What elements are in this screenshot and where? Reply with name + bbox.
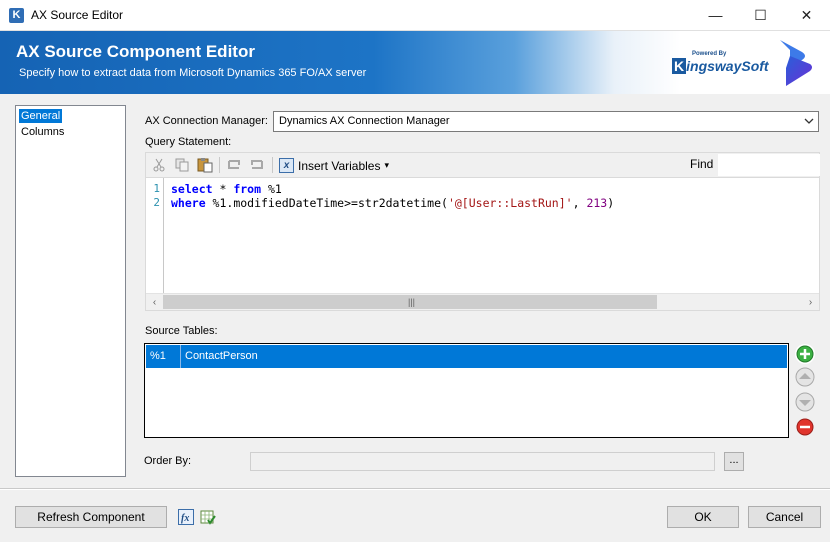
expression-button[interactable]: fx <box>178 509 194 528</box>
sidebar-nav: General Columns <box>15 105 126 477</box>
undo-icon[interactable] <box>225 156 243 174</box>
add-icon <box>796 345 814 363</box>
brand-k: K <box>672 58 687 74</box>
brand-name-rest: ingswaySoft <box>686 58 769 74</box>
sidebar-item-columns[interactable]: Columns <box>19 125 66 139</box>
window-title: AX Source Editor <box>31 8 124 22</box>
fx-icon: fx <box>178 509 194 525</box>
line-number: 1 <box>153 182 160 195</box>
code-line: select * from %1 <box>171 182 282 196</box>
grip-icon: ||| <box>408 297 416 307</box>
horizontal-scrollbar[interactable]: ‹ ||| › <box>146 293 819 310</box>
sidebar-item-general[interactable]: General <box>19 109 63 123</box>
remove-icon <box>796 418 814 436</box>
query-label: Query Statement: <box>145 136 232 148</box>
copy-icon[interactable] <box>173 156 191 174</box>
redo-icon[interactable] <box>248 156 266 174</box>
order-by-field[interactable] <box>250 452 715 471</box>
ok-button[interactable]: OK <box>667 506 739 528</box>
connection-label: AX Connection Manager: <box>145 115 268 127</box>
variable-icon: x <box>279 158 294 173</box>
query-toolbar: x Insert Variables ▾ Find <box>145 152 820 177</box>
remove-table-button[interactable] <box>795 417 815 437</box>
dynamics-365-logo-icon <box>780 40 812 86</box>
connection-manager-value: Dynamics AX Connection Manager <box>279 115 450 127</box>
table-name-cell: ContactPerson <box>185 350 258 362</box>
order-by-browse-button[interactable]: ... <box>724 452 744 471</box>
toolbar-separator <box>219 157 220 173</box>
chevron-down-icon <box>804 118 814 124</box>
connection-manager-select[interactable]: Dynamics AX Connection Manager <box>273 111 819 132</box>
footer-divider-highlight <box>0 489 830 490</box>
svg-text:fx: fx <box>181 513 189 524</box>
find-label: Find <box>690 157 714 171</box>
find-input[interactable] <box>718 154 820 176</box>
brand-powered-by: Powered By <box>692 51 727 57</box>
move-up-button[interactable] <box>795 367 815 387</box>
spreadsheet-check-icon <box>200 510 216 525</box>
minimize-button[interactable]: — <box>693 0 738 31</box>
table-row[interactable]: %1 ContactPerson <box>146 345 787 368</box>
column-divider <box>180 345 181 368</box>
table-alias-cell: %1 <box>150 350 166 362</box>
refresh-component-button[interactable]: Refresh Component <box>15 506 167 528</box>
brand-name: KingswaySoft <box>672 58 769 74</box>
header-banner: AX Source Component Editor Specify how t… <box>0 31 830 94</box>
code-line: where %1.modifiedDateTime>=str2datetime(… <box>171 196 615 210</box>
scroll-right-icon[interactable]: › <box>802 294 819 311</box>
arrow-down-icon <box>795 392 815 412</box>
cut-icon[interactable] <box>150 156 168 174</box>
source-tables-label: Source Tables: <box>145 325 218 337</box>
order-by-label: Order By: <box>144 455 192 467</box>
page-subtitle: Specify how to extract data from Microso… <box>19 67 367 79</box>
add-table-button[interactable] <box>795 344 815 364</box>
app-icon: K <box>9 8 24 23</box>
toolbar-separator <box>272 157 273 173</box>
paste-icon[interactable] <box>196 156 214 174</box>
page-title: AX Source Component Editor <box>16 42 255 61</box>
query-editor[interactable]: 1 2 select * from %1 where %1.modifiedDa… <box>145 177 820 311</box>
cancel-button[interactable]: Cancel <box>748 506 821 528</box>
scroll-left-icon[interactable]: ‹ <box>146 294 163 311</box>
title-bar: K AX Source Editor — ☐ ✕ <box>0 0 830 31</box>
validate-button[interactable] <box>200 509 216 528</box>
insert-variables-label: Insert Variables <box>298 158 381 173</box>
insert-variables-button[interactable]: x Insert Variables ▾ <box>279 156 389 175</box>
scrollbar-thumb[interactable]: ||| <box>163 295 657 309</box>
source-tables-grid: %1 ContactPerson <box>144 343 789 438</box>
kingswaysoft-logo: Powered By KingswaySoft <box>672 51 769 81</box>
move-down-button[interactable] <box>795 392 815 412</box>
line-number-gutter: 1 2 <box>146 178 164 293</box>
arrow-up-icon <box>795 367 815 387</box>
dropdown-arrow-icon: ▾ <box>384 160 390 170</box>
line-number: 2 <box>153 196 160 209</box>
close-button[interactable]: ✕ <box>784 0 829 31</box>
maximize-button[interactable]: ☐ <box>738 0 783 31</box>
